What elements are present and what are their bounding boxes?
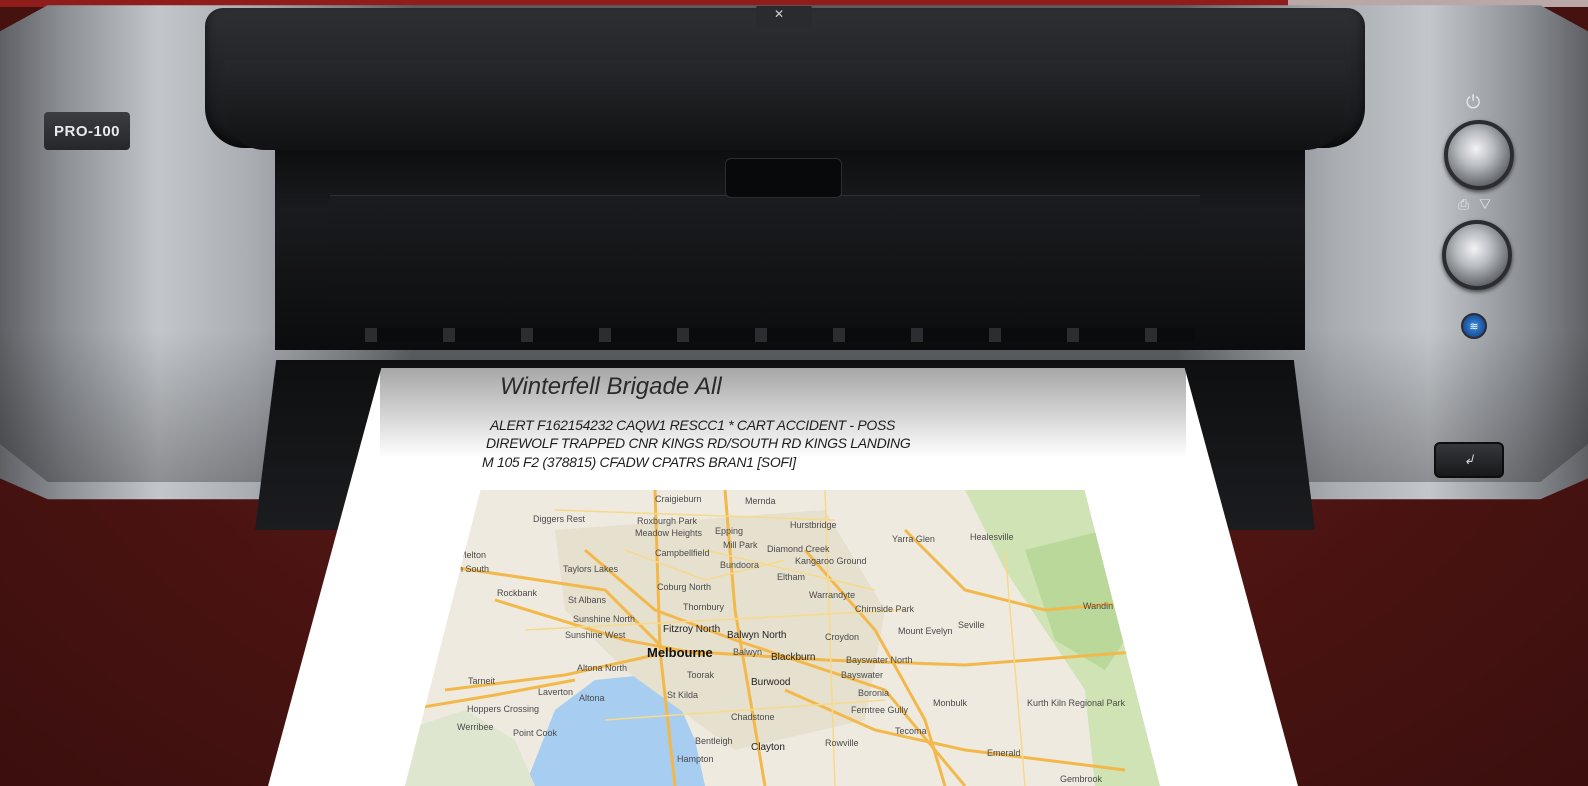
map-label: Rockbank <box>497 588 538 598</box>
map-label: Balwyn North <box>727 630 787 641</box>
power-icon: ⏻ <box>1466 92 1481 112</box>
map-label: Sunshine North <box>573 614 636 624</box>
map-label: Chirnside Park <box>855 604 915 614</box>
map-label: Bayswater North <box>846 655 913 665</box>
printed-map: Melbourne Craigieburn Mernda Diggers Res… <box>405 490 1160 786</box>
brand-logo-icon: ✕ <box>774 7 785 21</box>
map-label: St Kilda <box>667 690 699 700</box>
map-label: Thornbury <box>683 602 725 612</box>
printer-lid-lip <box>225 60 1345 150</box>
map-label: Clayton <box>751 742 785 753</box>
map-label: Bentleigh <box>695 736 733 746</box>
map-label: Warrandyte <box>809 590 856 600</box>
map-label: Bundoora <box>720 560 760 570</box>
map-label: Altona North <box>577 663 628 673</box>
wifi-icon: ≋ <box>1469 320 1479 333</box>
slot-panel <box>330 195 1200 306</box>
map-label: Gembrook <box>1060 774 1103 784</box>
printout-line: DIREWOLF TRAPPED CNR KINGS RD/SOUTH RD K… <box>486 435 911 451</box>
map-label: Toorak <box>687 670 715 680</box>
map-label: Hampton <box>677 754 714 764</box>
resume-button[interactable] <box>1442 220 1512 290</box>
map-label: Diamond Creek <box>767 544 830 554</box>
map-label: Monbulk <box>933 698 968 708</box>
wifi-button[interactable]: ≋ <box>1461 313 1487 339</box>
map-label: Campbellfield <box>655 548 710 558</box>
map-label: Ferntree Gully <box>851 705 909 715</box>
map-label: Taylors Lakes <box>563 564 619 574</box>
function-icon: ↲ <box>1463 452 1475 467</box>
map-label: Bayswater <box>841 670 884 680</box>
power-button[interactable] <box>1444 120 1514 190</box>
map-label: Laverton <box>538 687 574 697</box>
slot-ribs <box>365 328 1195 342</box>
model-label: PRO-100 <box>44 112 130 150</box>
map-label: Craigieburn <box>655 494 702 504</box>
map-label: Coburg North <box>657 582 712 592</box>
map-label: Fitzroy North <box>663 624 721 635</box>
map-label: Croydon <box>825 632 860 642</box>
map-label: Roxburgh Park <box>637 516 698 526</box>
map-label: Mill Park <box>723 540 758 550</box>
printout-line: M 105 F2 (378815) CFADW CPATRS BRAN1 [SO… <box>482 454 796 470</box>
map-label: Diggers Rest <box>533 514 586 524</box>
map-label: Sunshine West <box>565 630 626 640</box>
resume-cancel-icon: ⎙ ▽ <box>1458 196 1494 212</box>
slot-handle <box>725 158 842 198</box>
map-label: Seville <box>958 620 985 630</box>
map-label: Eltham <box>777 572 806 582</box>
map-label: Wandin <box>1083 601 1114 611</box>
map-label: Meadow Heights <box>635 528 703 538</box>
map-label: Hurstbridge <box>790 520 837 530</box>
map-label: Mount Evelyn <box>898 626 953 636</box>
map-label: Werribee <box>457 722 494 732</box>
map-label: Healesville <box>970 532 1014 542</box>
map-label: Melbourne <box>647 645 713 660</box>
printout-title: Winterfell Brigade All <box>500 373 722 400</box>
map-label: Tecoma <box>895 726 927 736</box>
map-label: Chadstone <box>731 712 775 722</box>
map-label: Burwood <box>751 677 791 688</box>
map-label: Yarra Glen <box>892 534 935 544</box>
map-label: Tarneit <box>468 676 496 686</box>
map-label: Kurth Kiln Regional Park <box>1027 698 1126 708</box>
map-label: Point Cook <box>513 728 558 738</box>
map-label: Altona <box>579 693 605 703</box>
printout-line: ALERT F162154232 CAQW1 RESCC1 * CART ACC… <box>490 417 896 433</box>
map-label: Epping <box>715 526 744 536</box>
map-label: Hoppers Crossing <box>467 704 540 714</box>
map-label: Blackburn <box>771 652 816 663</box>
map-label: Mernda <box>745 496 776 506</box>
map-label: St Albans <box>568 595 607 605</box>
map-label: Kangaroo Ground <box>795 556 867 566</box>
map-label: Rowville <box>825 738 859 748</box>
map-label: Boronia <box>858 688 890 698</box>
map-label: Emerald <box>987 748 1021 758</box>
map-label: Balwyn <box>733 647 763 657</box>
small-function-button[interactable]: ↲ <box>1434 442 1504 478</box>
